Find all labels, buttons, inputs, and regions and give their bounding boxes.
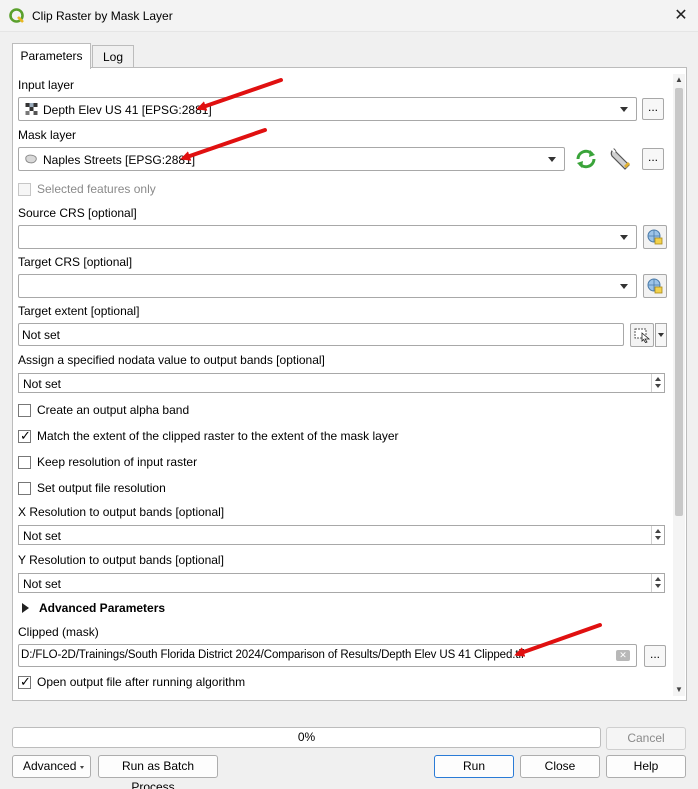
- match-extent-label: Match the extent of the clipped raster t…: [37, 429, 399, 443]
- spin-arrows[interactable]: [651, 374, 664, 392]
- target-crs-combo[interactable]: [18, 274, 637, 298]
- crs-globe-icon: [647, 278, 663, 294]
- chevron-down-icon: [548, 157, 556, 162]
- set-resolution-checkbox[interactable]: [18, 482, 31, 495]
- crs-globe-icon: [647, 229, 663, 245]
- target-extent-value: Not set: [22, 328, 61, 342]
- input-layer-more-button[interactable]: ...: [642, 98, 664, 120]
- input-layer-combo[interactable]: Depth Elev US 41 [EPSG:2881]: [18, 97, 637, 121]
- mask-layer-label: Mask layer: [18, 128, 77, 142]
- progress-bar: 0%: [12, 727, 601, 748]
- selected-features-label: Selected features only: [37, 182, 156, 196]
- clipped-output-value: D:/FLO-2D/Trainings/South Florida Distri…: [21, 649, 525, 661]
- open-output-label: Open output file after running algorithm: [37, 675, 246, 689]
- clipped-output-label: Clipped (mask): [18, 625, 99, 639]
- check-mark-icon: ✓: [20, 674, 31, 689]
- mask-layer-more-button[interactable]: ...: [642, 148, 664, 170]
- mask-layer-value: Naples Streets [EPSG:2881]: [43, 153, 196, 167]
- cancel-button[interactable]: Cancel: [606, 727, 686, 750]
- close-button[interactable]: Close: [520, 755, 600, 778]
- match-extent-checkbox[interactable]: ✓: [18, 428, 31, 443]
- y-resolution-spinbox[interactable]: Not set: [18, 573, 665, 593]
- run-button[interactable]: Run: [434, 755, 514, 778]
- keep-resolution-checkbox[interactable]: [18, 456, 31, 469]
- x-resolution-spinbox[interactable]: Not set: [18, 525, 665, 545]
- selected-features-checkbox[interactable]: [18, 183, 31, 196]
- alpha-band-label: Create an output alpha band: [37, 403, 190, 417]
- advanced-button-label: Advanced: [23, 759, 77, 773]
- alpha-band-checkbox[interactable]: [18, 404, 31, 417]
- mask-layer-combo[interactable]: Naples Streets [EPSG:2881]: [18, 147, 565, 171]
- nodata-value: Not set: [23, 377, 62, 391]
- polygon-layer-icon: [25, 154, 37, 164]
- input-layer-value: Depth Elev US 41 [EPSG:2881]: [43, 103, 212, 117]
- source-crs-label: Source CRS [optional]: [18, 206, 137, 220]
- iterate-icon[interactable]: [574, 147, 598, 171]
- wrench-icon[interactable]: [608, 146, 634, 172]
- x-resolution-label: X Resolution to output bands [optional]: [18, 505, 225, 519]
- set-resolution-label: Set output file resolution: [37, 481, 166, 495]
- extent-select-button[interactable]: [630, 323, 654, 347]
- help-button[interactable]: Help: [606, 755, 686, 778]
- title-bar: Clip Raster by Mask Layer ✕: [0, 0, 698, 32]
- extent-menu-button[interactable]: [655, 323, 667, 347]
- scroll-down-icon[interactable]: ▼: [673, 684, 685, 696]
- vertical-scrollbar[interactable]: ▲ ▼: [673, 74, 685, 696]
- chevron-down-icon: [80, 766, 84, 769]
- target-crs-select-button[interactable]: [643, 274, 667, 298]
- qgis-logo-icon: [9, 8, 24, 23]
- advanced-button[interactable]: Advanced: [12, 755, 91, 778]
- chevron-down-icon: [620, 235, 628, 240]
- x-resolution-value: Not set: [23, 529, 62, 543]
- check-mark-icon: ✓: [20, 428, 31, 443]
- parameters-panel: Input layer Depth Elev US 41 [EPSG:2881]…: [12, 67, 687, 701]
- scrollbar-thumb[interactable]: [675, 88, 683, 516]
- open-output-checkbox[interactable]: ✓: [18, 674, 31, 689]
- raster-layer-icon: [25, 103, 38, 115]
- map-extent-icon: [634, 328, 651, 343]
- target-extent-input[interactable]: Not set: [18, 323, 624, 346]
- spin-arrows[interactable]: [651, 574, 664, 592]
- target-crs-label: Target CRS [optional]: [18, 255, 133, 269]
- chevron-down-icon: [620, 284, 628, 289]
- close-icon[interactable]: ✕: [664, 0, 698, 32]
- keep-resolution-label: Keep resolution of input raster: [37, 455, 198, 469]
- y-resolution-value: Not set: [23, 577, 62, 591]
- window-title: Clip Raster by Mask Layer: [32, 9, 173, 23]
- source-crs-select-button[interactable]: [643, 225, 667, 249]
- expand-triangle-icon[interactable]: [22, 603, 29, 613]
- parameters-scroll-area: Input layer Depth Elev US 41 [EPSG:2881]…: [18, 73, 673, 696]
- clipped-output-more-button[interactable]: ...: [644, 645, 666, 667]
- advanced-parameters-toggle[interactable]: Advanced Parameters: [39, 601, 165, 615]
- input-layer-label: Input layer: [18, 78, 75, 92]
- scroll-up-icon[interactable]: ▲: [673, 74, 685, 86]
- clear-icon[interactable]: ✕: [616, 650, 630, 661]
- y-resolution-label: Y Resolution to output bands [optional]: [18, 553, 224, 567]
- spin-arrows[interactable]: [651, 526, 664, 544]
- target-extent-label: Target extent [optional]: [18, 304, 140, 318]
- chevron-down-icon: [620, 107, 628, 112]
- run-batch-button[interactable]: Run as Batch Process...: [98, 755, 218, 789]
- chevron-down-icon: [658, 333, 664, 337]
- clipped-output-input[interactable]: D:/FLO-2D/Trainings/South Florida Distri…: [18, 644, 637, 667]
- nodata-label: Assign a specified nodata value to outpu…: [18, 353, 325, 367]
- source-crs-combo[interactable]: [18, 225, 637, 249]
- nodata-spinbox[interactable]: Not set: [18, 373, 665, 393]
- tab-parameters[interactable]: Parameters: [12, 43, 91, 69]
- tab-log[interactable]: Log: [92, 45, 134, 68]
